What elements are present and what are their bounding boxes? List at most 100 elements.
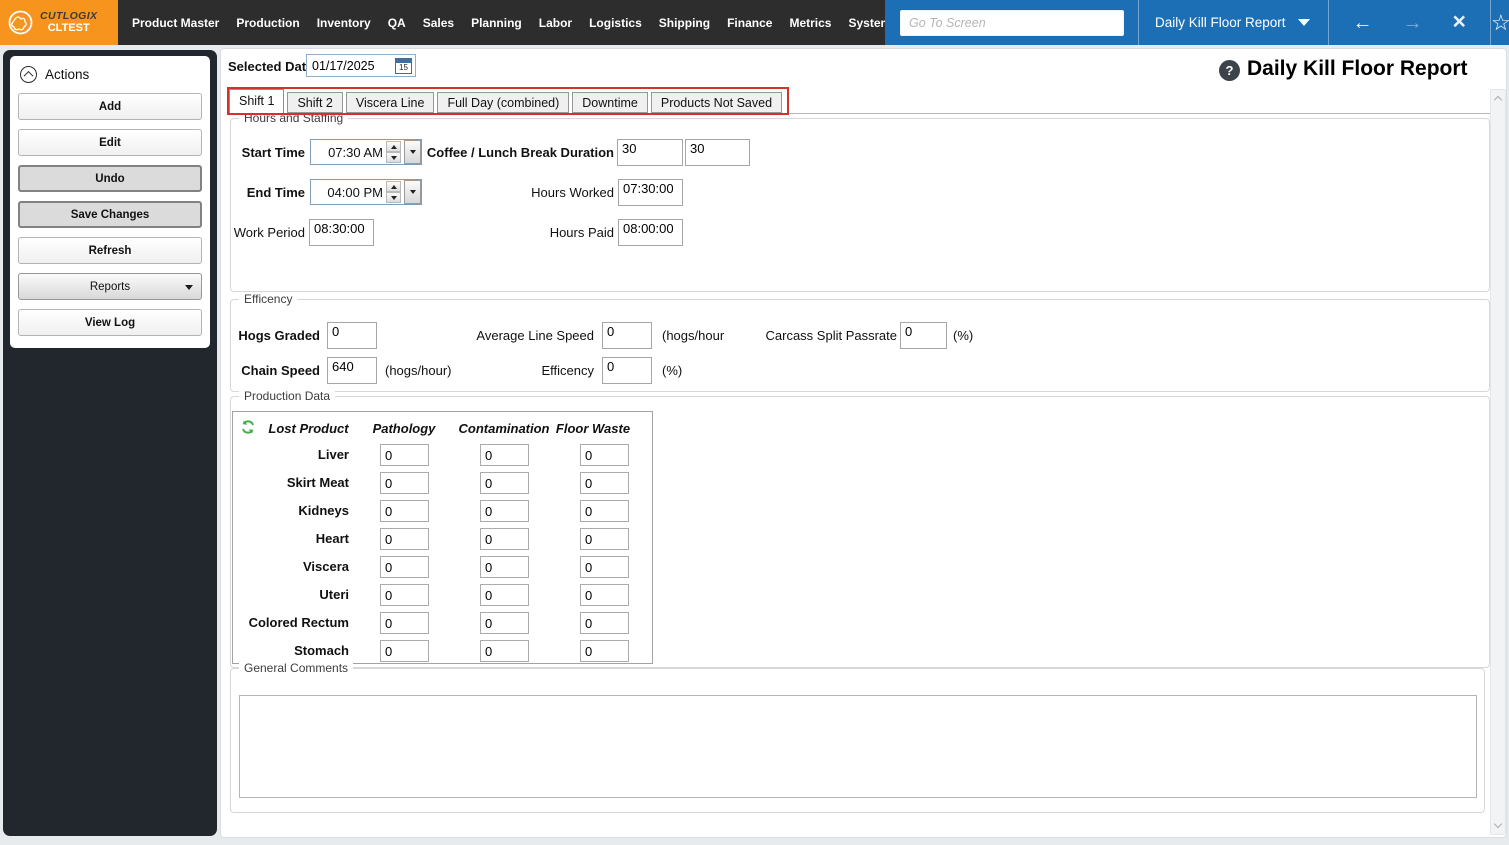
menu-planning[interactable]: Planning <box>471 16 522 30</box>
undo-button[interactable]: Undo <box>18 165 202 192</box>
hours-worked-input[interactable] <box>618 179 683 206</box>
general-comments-textarea[interactable] <box>239 695 1477 798</box>
work-period-input[interactable] <box>309 219 374 246</box>
production-input[interactable] <box>580 556 629 578</box>
general-comments-legend: General Comments <box>239 661 354 675</box>
back-icon[interactable]: ← <box>1353 13 1373 33</box>
scroll-up-icon[interactable] <box>1491 92 1505 108</box>
edit-button[interactable]: Edit <box>18 129 202 156</box>
col-pathology: Pathology <box>372 421 436 436</box>
refresh-icon[interactable] <box>240 419 256 435</box>
tab-downtime[interactable]: Downtime <box>572 92 648 113</box>
coffee-break-input[interactable] <box>617 139 683 166</box>
brand-name: CUTLOGIX <box>40 10 98 23</box>
production-data-group: Production Data Lost Product Pathology C… <box>230 389 1490 668</box>
carcass-split-input[interactable] <box>900 322 947 349</box>
actions-panel: Actions Add Edit Undo Save Changes Refre… <box>10 56 210 348</box>
production-input[interactable] <box>480 472 529 494</box>
menu-system[interactable]: System <box>848 16 885 30</box>
end-time-value[interactable]: 04:00 PM <box>311 180 386 204</box>
toolbar-blue-zone: Daily Kill Floor Report ← → × ☆ <box>885 0 1509 45</box>
start-time-value[interactable]: 07:30 AM <box>311 140 386 164</box>
view-log-button[interactable]: View Log <box>18 309 202 336</box>
row-label-kidneys: Kidneys <box>298 503 349 518</box>
screen-selector-dropdown[interactable]: Daily Kill Floor Report <box>1139 15 1328 30</box>
reports-label: Reports <box>89 280 131 293</box>
chain-speed-unit: (hogs/hour) <box>385 363 452 378</box>
tab-shift-1[interactable]: Shift 1 <box>229 89 285 113</box>
chevron-down-icon <box>185 285 193 290</box>
production-input[interactable] <box>580 584 629 606</box>
reports-dropdown-button[interactable]: Reports <box>18 273 202 300</box>
screen-selector-label: Daily Kill Floor Report <box>1155 15 1286 30</box>
tab-products-not-saved[interactable]: Products Not Saved <box>650 92 783 113</box>
row-label-uteri: Uteri <box>319 587 349 602</box>
efficiency-legend: Efficency <box>239 292 298 306</box>
production-input[interactable] <box>480 528 529 550</box>
production-input[interactable] <box>580 472 629 494</box>
avg-line-speed-input[interactable] <box>602 322 652 349</box>
row-label-liver: Liver <box>317 447 349 462</box>
refresh-button[interactable]: Refresh <box>18 237 202 264</box>
efficiency-group: Efficency Hogs Graded Average Line Speed… <box>230 292 1490 392</box>
go-to-screen-input[interactable] <box>900 9 1124 36</box>
selected-date-label: Selected Date <box>228 59 314 74</box>
production-input[interactable] <box>480 444 529 466</box>
vertical-scrollbar[interactable] <box>1490 89 1506 835</box>
selected-date-input[interactable] <box>307 58 395 73</box>
efficency-label: Efficency <box>541 363 594 378</box>
tab-shift-2[interactable]: Shift 2 <box>287 92 343 113</box>
hogs-graded-input[interactable] <box>327 322 377 349</box>
calendar-icon[interactable]: 15 <box>395 57 412 74</box>
production-input[interactable] <box>380 612 429 634</box>
production-input[interactable] <box>480 556 529 578</box>
menu-product-master[interactable]: Product Master <box>132 16 219 30</box>
chain-speed-input[interactable] <box>327 357 377 384</box>
menu-qa[interactable]: QA <box>388 16 406 30</box>
spin-down-button[interactable] <box>386 192 401 203</box>
hours-paid-input[interactable] <box>618 219 683 246</box>
production-input[interactable] <box>580 444 629 466</box>
production-input[interactable] <box>380 584 429 606</box>
favorite-star-icon[interactable]: ☆ <box>1491 10 1509 36</box>
close-icon[interactable]: × <box>1453 10 1466 33</box>
production-input[interactable] <box>580 640 629 662</box>
tab-viscera-line[interactable]: Viscera Line <box>345 92 435 113</box>
production-input[interactable] <box>380 640 429 662</box>
forward-icon[interactable]: → <box>1403 13 1423 33</box>
production-input[interactable] <box>580 612 629 634</box>
menu-sales[interactable]: Sales <box>423 16 454 30</box>
menu-shipping[interactable]: Shipping <box>659 16 710 30</box>
production-input[interactable] <box>580 528 629 550</box>
lunch-break-input[interactable] <box>685 139 750 166</box>
tab-full-day-combined[interactable]: Full Day (combined) <box>437 92 570 113</box>
efficency-input[interactable] <box>602 357 652 384</box>
menu-production[interactable]: Production <box>236 16 299 30</box>
production-input[interactable] <box>380 528 429 550</box>
production-input[interactable] <box>480 500 529 522</box>
spin-up-button[interactable] <box>386 181 401 192</box>
carcass-split-unit: (%) <box>953 328 974 343</box>
work-period-label: Work Period <box>233 225 305 240</box>
collapse-panel-icon[interactable] <box>20 66 37 83</box>
save-changes-button[interactable]: Save Changes <box>18 201 202 228</box>
production-input[interactable] <box>480 584 529 606</box>
help-icon[interactable]: ? <box>1219 60 1240 81</box>
time-dropdown-button[interactable] <box>404 180 421 204</box>
scroll-down-icon[interactable] <box>1491 816 1505 832</box>
production-input[interactable] <box>380 444 429 466</box>
production-input[interactable] <box>380 472 429 494</box>
menu-logistics[interactable]: Logistics <box>589 16 642 30</box>
menu-inventory[interactable]: Inventory <box>317 16 371 30</box>
main-menu: Product Master Production Inventory QA S… <box>118 0 885 45</box>
add-button[interactable]: Add <box>18 93 202 120</box>
menu-metrics[interactable]: Metrics <box>789 16 831 30</box>
production-input[interactable] <box>580 500 629 522</box>
start-time-label: Start Time <box>241 145 305 160</box>
production-input[interactable] <box>380 556 429 578</box>
menu-labor[interactable]: Labor <box>539 16 572 30</box>
production-input[interactable] <box>380 500 429 522</box>
production-input[interactable] <box>480 612 529 634</box>
production-input[interactable] <box>480 640 529 662</box>
menu-finance[interactable]: Finance <box>727 16 772 30</box>
